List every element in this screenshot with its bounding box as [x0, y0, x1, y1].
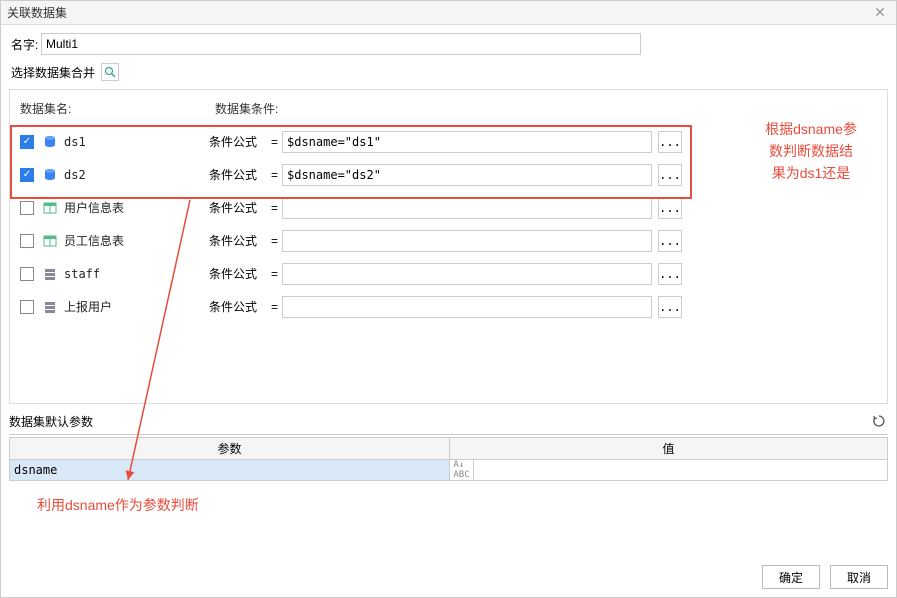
dataset-row: staff条件公式=... [10, 257, 887, 290]
dataset-row: 上报用户条件公式=... [10, 290, 887, 323]
dataset-row: 员工信息表条件公式=... [10, 224, 887, 257]
cond-label: 条件公式 [209, 265, 267, 282]
cond-input[interactable] [282, 164, 652, 186]
table-icon [42, 234, 58, 248]
cond-input[interactable] [282, 230, 652, 252]
name-input[interactable] [41, 33, 641, 55]
cond-label: 条件公式 [209, 166, 267, 183]
ok-button[interactable]: 确定 [762, 565, 820, 589]
server-icon [42, 267, 58, 281]
equals: = [267, 267, 282, 281]
param-value[interactable] [474, 460, 887, 480]
cond-label: 条件公式 [209, 199, 267, 216]
checkbox[interactable] [20, 234, 34, 248]
cancel-button[interactable]: 取消 [830, 565, 888, 589]
param-row[interactable]: dsname A↓ABC [10, 460, 887, 480]
checkbox[interactable] [20, 267, 34, 281]
db-blue-icon [42, 168, 58, 182]
cond-input[interactable] [282, 131, 652, 153]
param-type-icon[interactable]: A↓ABC [450, 460, 474, 480]
formula-button[interactable]: ... [658, 164, 682, 186]
annotation-1: 根据dsname参 数判断数据结 果为ds1还是 [751, 118, 871, 184]
equals: = [267, 234, 282, 248]
equals: = [267, 168, 282, 182]
equals: = [267, 201, 282, 215]
checkbox[interactable] [20, 201, 34, 215]
dataset-name: 上报用户 [64, 298, 209, 315]
close-icon[interactable]: ✕ [870, 3, 890, 23]
window-title: 关联数据集 [7, 4, 870, 21]
dataset-name: 用户信息表 [64, 199, 209, 216]
param-table: 参数 值 dsname A↓ABC [9, 437, 888, 481]
dataset-name: ds1 [64, 135, 209, 149]
refresh-icon[interactable] [870, 412, 888, 430]
checkbox[interactable]: ✓ [20, 135, 34, 149]
param-name: dsname [10, 460, 450, 480]
header-cond: 数据集条件: [215, 100, 278, 117]
server-icon [42, 300, 58, 314]
dataset-name: 员工信息表 [64, 232, 209, 249]
checkbox[interactable] [20, 300, 34, 314]
formula-button[interactable]: ... [658, 230, 682, 252]
cond-label: 条件公式 [209, 133, 267, 150]
formula-button[interactable]: ... [658, 296, 682, 318]
formula-button[interactable]: ... [658, 263, 682, 285]
cond-label: 条件公式 [209, 232, 267, 249]
checkbox[interactable]: ✓ [20, 168, 34, 182]
select-row: 选择数据集合并 [1, 59, 896, 87]
param-table-header: 参数 值 [10, 438, 887, 460]
dataset-panel: 数据集名: 数据集条件: ✓ds1条件公式=...✓ds2条件公式=...用户信… [9, 89, 888, 404]
dataset-name: staff [64, 267, 209, 281]
equals: = [267, 135, 282, 149]
cond-input[interactable] [282, 197, 652, 219]
cond-input[interactable] [282, 296, 652, 318]
name-row: 名字: [1, 25, 896, 59]
dataset-row: 用户信息表条件公式=... [10, 191, 887, 224]
equals: = [267, 300, 282, 314]
th-param: 参数 [10, 438, 450, 459]
search-icon[interactable] [101, 63, 119, 81]
dataset-name: ds2 [64, 168, 209, 182]
formula-button[interactable]: ... [658, 131, 682, 153]
cond-input[interactable] [282, 263, 652, 285]
cond-label: 条件公式 [209, 298, 267, 315]
footer: 确定 取消 [762, 565, 888, 589]
param-title: 数据集默认参数 [9, 413, 870, 430]
table-icon [42, 201, 58, 215]
formula-button[interactable]: ... [658, 197, 682, 219]
db-blue-icon [42, 135, 58, 149]
header-dsname: 数据集名: [20, 100, 215, 117]
title-bar: 关联数据集 ✕ [1, 1, 896, 25]
param-section: 数据集默认参数 参数 值 dsname A↓ABC 利用dsname作为参数判断 [1, 404, 896, 515]
annotation-2: 利用dsname作为参数判断 [9, 481, 888, 515]
name-label: 名字: [11, 36, 41, 53]
select-label: 选择数据集合并 [11, 64, 95, 81]
th-value: 值 [450, 440, 887, 457]
